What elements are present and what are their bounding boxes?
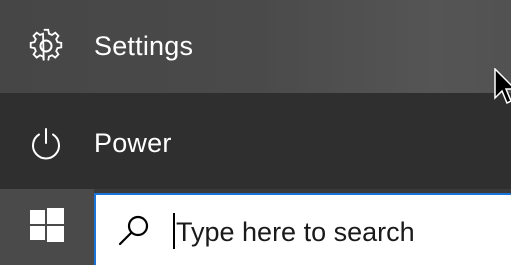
start-menu-screen: Settings Power Type here to search [0,0,511,265]
text-caret [173,213,175,249]
settings-menu-item[interactable]: Settings [0,0,511,93]
search-box[interactable]: Type here to search [94,193,511,265]
power-label: Power [94,128,172,158]
taskbar: Type here to search [0,189,511,265]
windows-logo-icon [30,207,64,247]
mouse-pointer-icon [494,67,511,106]
start-button[interactable] [0,189,94,265]
search-input[interactable]: Type here to search [176,217,415,248]
power-icon [28,126,64,162]
gear-icon [28,28,64,64]
settings-label: Settings [94,31,194,61]
power-menu-item[interactable]: Power [0,93,511,189]
search-icon [116,213,152,249]
